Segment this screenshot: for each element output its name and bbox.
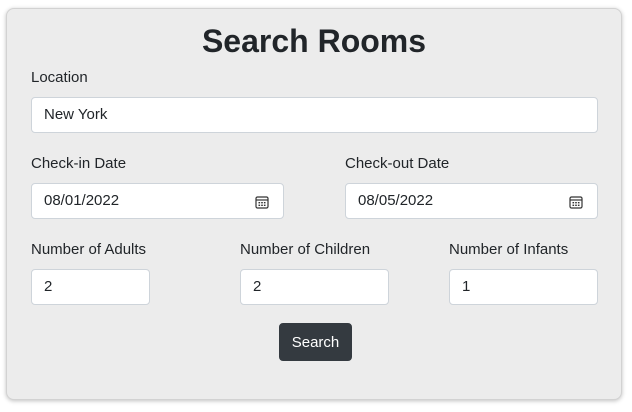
- infants-value: 1: [462, 278, 471, 295]
- checkout-date-input[interactable]: 08/05/2022: [345, 183, 598, 219]
- adults-value: 2: [44, 278, 53, 295]
- location-value: New York: [44, 106, 108, 123]
- infants-input[interactable]: 1: [449, 269, 598, 305]
- checkin-date-label: Check-in Date: [31, 155, 127, 172]
- adults-label: Number of Adults: [31, 241, 147, 258]
- calendar-icon[interactable]: [255, 195, 269, 209]
- adults-input[interactable]: 2: [31, 269, 150, 305]
- location-input[interactable]: New York: [31, 97, 598, 133]
- checkout-date-value: 08/05/2022: [358, 192, 434, 209]
- infants-label: Number of Infants: [449, 241, 569, 258]
- search-button[interactable]: Search: [279, 323, 352, 361]
- checkout-date-label: Check-out Date: [345, 155, 450, 172]
- children-value: 2: [253, 278, 262, 295]
- search-rooms-card: Search Rooms Location New York Check-in …: [6, 8, 622, 400]
- location-label: Location: [31, 69, 88, 86]
- calendar-icon[interactable]: [569, 195, 583, 209]
- children-input[interactable]: 2: [240, 269, 389, 305]
- checkin-date-input[interactable]: 08/01/2022: [31, 183, 284, 219]
- checkin-date-value: 08/01/2022: [44, 192, 120, 209]
- page-title: Search Rooms: [201, 23, 427, 59]
- children-label: Number of Children: [240, 241, 371, 258]
